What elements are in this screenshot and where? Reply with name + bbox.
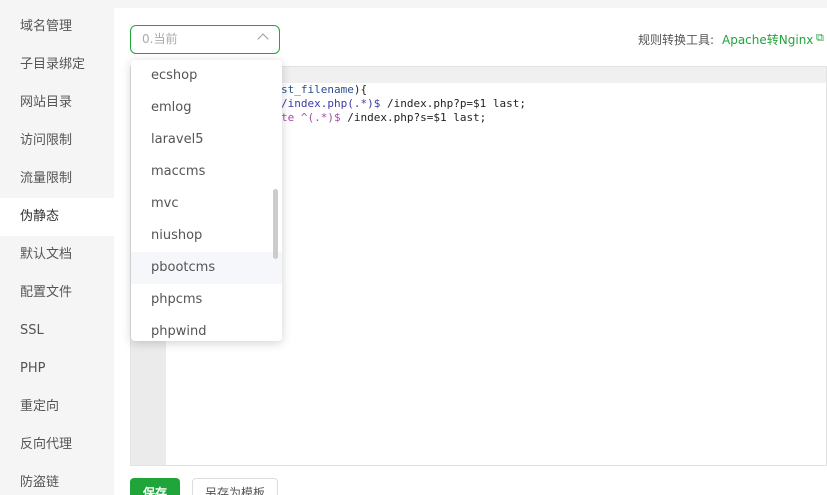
dropdown-option[interactable]: emlog <box>131 92 282 124</box>
editor-code[interactable]: st_filename){/index.php(.*)$ /index.php?… <box>281 83 526 125</box>
sidebar-item-subdir-binding[interactable]: 子目录绑定 <box>0 46 114 84</box>
dropdown-option[interactable]: niushop <box>131 220 282 252</box>
sidebar-item-ssl[interactable]: SSL <box>0 312 114 350</box>
dropdown-option[interactable]: mvc <box>131 188 282 220</box>
sidebar-item-reverse-proxy[interactable]: 反向代理 <box>0 426 114 464</box>
sidebar-item-hotlink[interactable]: 防盗链 <box>0 464 114 495</box>
dropdown-option[interactable]: phpwind <box>131 316 282 341</box>
sidebar: 域名管理 子目录绑定 网站目录 访问限制 流量限制 伪静态 默认文档 配置文件 … <box>0 8 114 495</box>
dropdown-option[interactable]: ecshop <box>131 60 282 92</box>
dropdown-option[interactable]: maccms <box>131 156 282 188</box>
sidebar-item-traffic-limit[interactable]: 流量限制 <box>0 160 114 198</box>
dropdown-option[interactable]: phpcms <box>131 284 282 316</box>
code-line: st_filename){ <box>281 83 368 96</box>
apache-to-nginx-link[interactable]: Apache转Nginx <box>722 31 813 48</box>
sidebar-item-rewrite[interactable]: 伪静态 <box>0 198 114 236</box>
sidebar-item-redirect[interactable]: 重定向 <box>0 388 114 426</box>
rewrite-dropdown-menu[interactable]: ecshop emlog laravel5 maccms mvc niushop… <box>131 60 282 341</box>
sidebar-item-access-limit[interactable]: 访问限制 <box>0 122 114 160</box>
dropdown-option[interactable]: laravel5 <box>131 124 282 156</box>
save-button[interactable]: 保存 <box>130 478 180 495</box>
sidebar-item-site-dir[interactable]: 网站目录 <box>0 84 114 122</box>
code-line: /index.php(.*)$ /index.php?p=$1 last; <box>281 97 527 110</box>
code-line: te ^(.*)$ /index.php?s=$1 last; <box>281 111 487 124</box>
sidebar-item-domain[interactable]: 域名管理 <box>0 8 114 46</box>
external-link-icon[interactable]: ⧉ <box>816 31 824 45</box>
sidebar-item-config-file[interactable]: 配置文件 <box>0 274 114 312</box>
sidebar-item-php[interactable]: PHP <box>0 350 114 388</box>
select-value: 0.当前 <box>142 32 178 46</box>
top-strip <box>0 0 827 8</box>
sidebar-item-default-doc[interactable]: 默认文档 <box>0 236 114 274</box>
chevron-up-icon <box>257 33 269 45</box>
rule-convert-label: 规则转换工具: <box>638 33 715 47</box>
dropdown-scrollbar[interactable] <box>273 189 278 259</box>
save-as-template-button[interactable]: 另存为模板 <box>192 478 278 495</box>
dropdown-option-hovered[interactable]: pbootcms <box>131 252 282 284</box>
rewrite-template-select[interactable]: 0.当前 <box>130 25 280 54</box>
